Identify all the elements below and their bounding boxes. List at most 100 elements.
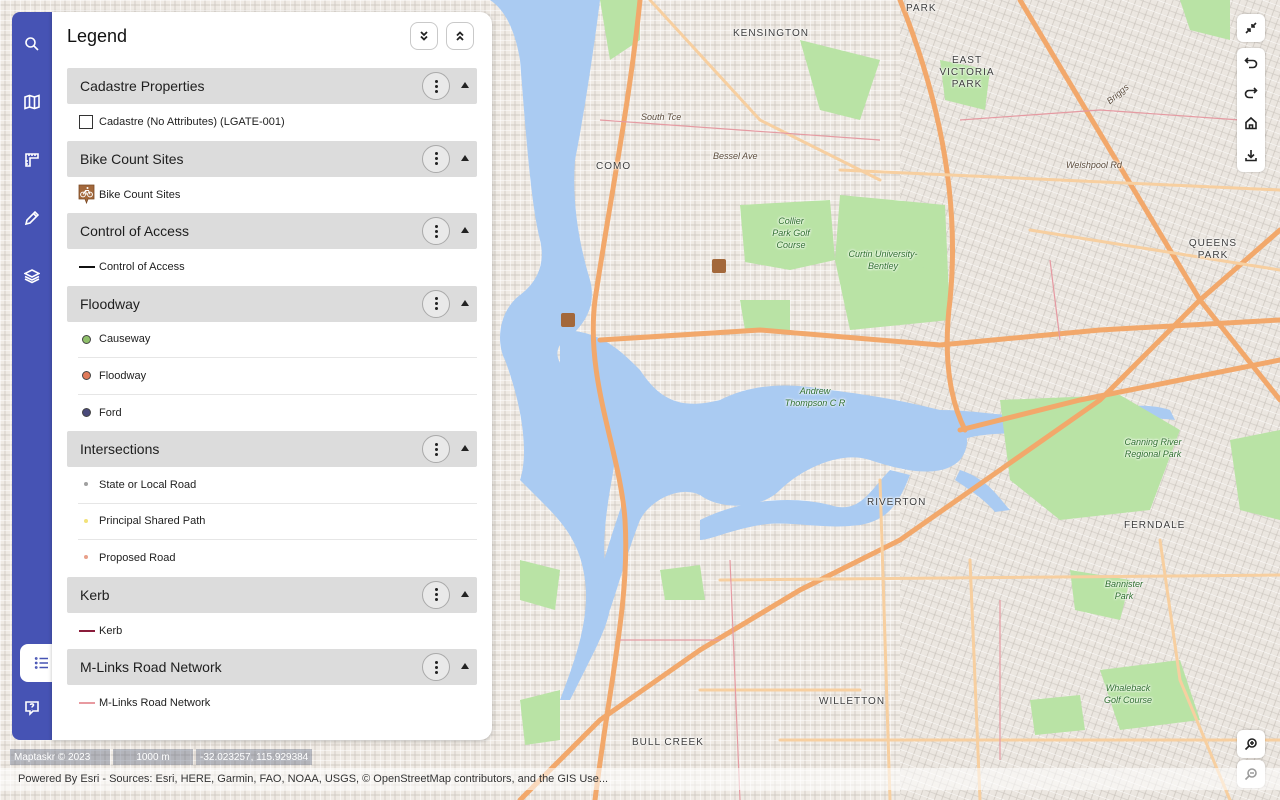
collapse-caret-icon[interactable] xyxy=(461,154,469,161)
map-label-willetton: WILLETTON xyxy=(819,696,886,707)
group-options-button[interactable] xyxy=(422,217,450,245)
layers-button[interactable] xyxy=(12,258,52,294)
legend-group-title: Intersections xyxy=(80,441,160,457)
legend-group: Kerb Kerb xyxy=(67,576,477,650)
measure-icon xyxy=(25,153,39,167)
legend-item-label: M-Links Road Network xyxy=(99,697,211,710)
chevrons-down-icon xyxy=(420,31,428,41)
zoom-in-button[interactable] xyxy=(1237,730,1265,758)
kebab-menu-icon xyxy=(434,447,438,451)
line-symbol-icon xyxy=(79,266,95,268)
redo-button[interactable] xyxy=(1237,78,1265,108)
map-label-kensington: KENSINGTON xyxy=(733,28,809,39)
map-label-park: PARK xyxy=(906,3,937,14)
legend-group: Intersections State or Local Road Principa… xyxy=(67,431,477,577)
cursor-coordinates: -32.023257, 115.929384 xyxy=(196,749,313,765)
collapse-caret-icon[interactable] xyxy=(461,227,469,233)
tool-rail xyxy=(12,12,64,740)
map-label-east-victoria-park: EAST VICTORIA PARK xyxy=(939,55,995,90)
legend-item-label: Causeway xyxy=(99,333,151,346)
polygon-symbol-icon xyxy=(79,115,93,129)
home-button[interactable] xyxy=(1237,108,1265,138)
legend-group-header[interactable]: Floodway xyxy=(67,285,477,322)
measure-button[interactable] xyxy=(12,142,52,178)
legend-item-label: Floodway xyxy=(99,369,147,382)
chevrons-up-icon xyxy=(456,31,464,41)
map-attribution[interactable]: Powered By Esri - Sources: Esri, HERE, G… xyxy=(0,768,1280,790)
map-label-curtin: Curtin University-Bentley xyxy=(848,249,918,271)
legend-group-header[interactable]: M-Links Road Network xyxy=(67,649,477,685)
kebab-menu-icon xyxy=(434,665,438,669)
layers-icon xyxy=(24,269,40,284)
legend-group-title: Floodway xyxy=(80,295,140,312)
group-options-button[interactable] xyxy=(422,580,450,609)
collapse-caret-icon[interactable] xyxy=(461,590,469,597)
map-icon xyxy=(24,94,40,110)
collapse-caret-icon[interactable] xyxy=(461,445,469,451)
map-label-bessel-ave: Bessel Ave xyxy=(713,151,758,161)
maptaskr-logo: Maptaskr © 2023 xyxy=(10,749,110,765)
legend-item-label: Principal Shared Path xyxy=(99,515,206,528)
legend-item-label: Bike Count Sites xyxy=(99,188,181,201)
legend-group: M-Links Road Network M-Links Road Network xyxy=(67,649,477,722)
map-label-como: COMO xyxy=(596,161,632,172)
group-options-button[interactable] xyxy=(422,144,450,173)
collapse-caret-icon[interactable] xyxy=(461,299,469,306)
legend-group-header[interactable]: Bike Count Sites xyxy=(67,140,477,177)
point-symbol-icon xyxy=(82,334,91,344)
basemap-button[interactable] xyxy=(12,84,52,120)
expand-all-button[interactable] xyxy=(410,22,438,50)
legend-group-title: Bike Count Sites xyxy=(80,150,184,167)
map-label-welshpool-rd: Welshpool Rd xyxy=(1066,160,1122,170)
draw-button[interactable] xyxy=(12,200,52,236)
point-symbol-icon xyxy=(84,555,88,559)
legend-item: Causeway xyxy=(78,322,477,358)
group-options-button[interactable] xyxy=(422,653,450,681)
legend-item-label: Control of Access xyxy=(99,261,185,274)
legend-item: Ford xyxy=(78,395,477,432)
search-button[interactable] xyxy=(12,26,52,62)
line-symbol-icon xyxy=(79,702,95,704)
group-options-button[interactable] xyxy=(422,72,450,100)
group-options-button[interactable] xyxy=(422,289,450,318)
map-label-collier-park: Collier Park Golf Course xyxy=(772,216,810,250)
legend-group-header[interactable]: Control of Access xyxy=(67,213,477,249)
map-label-queens-park: QUEENS PARK xyxy=(1188,238,1238,261)
legend-group-header[interactable]: Kerb xyxy=(67,576,477,613)
map-label-bull-creek: BULL CREEK xyxy=(632,737,704,748)
collapse-all-button[interactable] xyxy=(446,22,474,50)
pencil-icon xyxy=(24,210,40,226)
kebab-menu-icon xyxy=(434,84,438,88)
group-options-button[interactable] xyxy=(422,435,450,463)
legend-item: Principal Shared Path xyxy=(78,504,477,540)
legend-group-header[interactable]: Cadastre Properties xyxy=(67,68,477,104)
collapse-caret-icon[interactable] xyxy=(461,663,469,669)
legend-item-label: State or Local Road xyxy=(99,478,197,491)
point-symbol-icon xyxy=(82,371,91,380)
download-icon xyxy=(1245,150,1257,162)
map-status-bar: Maptaskr © 2023 1000 m -32.023257, 115.9… xyxy=(10,749,313,765)
legend-item: State or Local Road xyxy=(78,467,477,504)
undo-button[interactable] xyxy=(1237,48,1265,78)
legend-item-label: Kerb xyxy=(99,624,123,637)
download-button[interactable] xyxy=(1237,140,1265,170)
search-icon xyxy=(25,37,39,51)
legend-group-header[interactable]: Intersections xyxy=(67,431,477,467)
collapse-caret-icon[interactable] xyxy=(461,82,469,88)
legend-item: Control of Access xyxy=(78,249,477,286)
panel-title: Legend xyxy=(67,26,128,46)
bike-marker-icon xyxy=(78,184,95,204)
kebab-menu-icon xyxy=(434,302,438,305)
minimize-arrows-icon xyxy=(1245,22,1257,34)
map-label-whaleback: Whaleback Golf Course xyxy=(1103,683,1153,705)
legend-group-title: M-Links Road Network xyxy=(80,659,222,675)
redo-icon xyxy=(1244,87,1258,99)
help-button[interactable] xyxy=(12,690,52,726)
legend-group: Floodway Causeway Floodway Ford xyxy=(67,285,477,432)
collapse-view-button[interactable] xyxy=(1237,14,1265,42)
legend-group-title: Kerb xyxy=(80,586,110,603)
legend-group: Control of Access Control of Access xyxy=(67,213,477,286)
legend-group: Cadastre Properties Cadastre (No Attribut… xyxy=(67,68,477,141)
legend-item: Floodway xyxy=(78,358,477,395)
help-icon xyxy=(25,701,39,716)
